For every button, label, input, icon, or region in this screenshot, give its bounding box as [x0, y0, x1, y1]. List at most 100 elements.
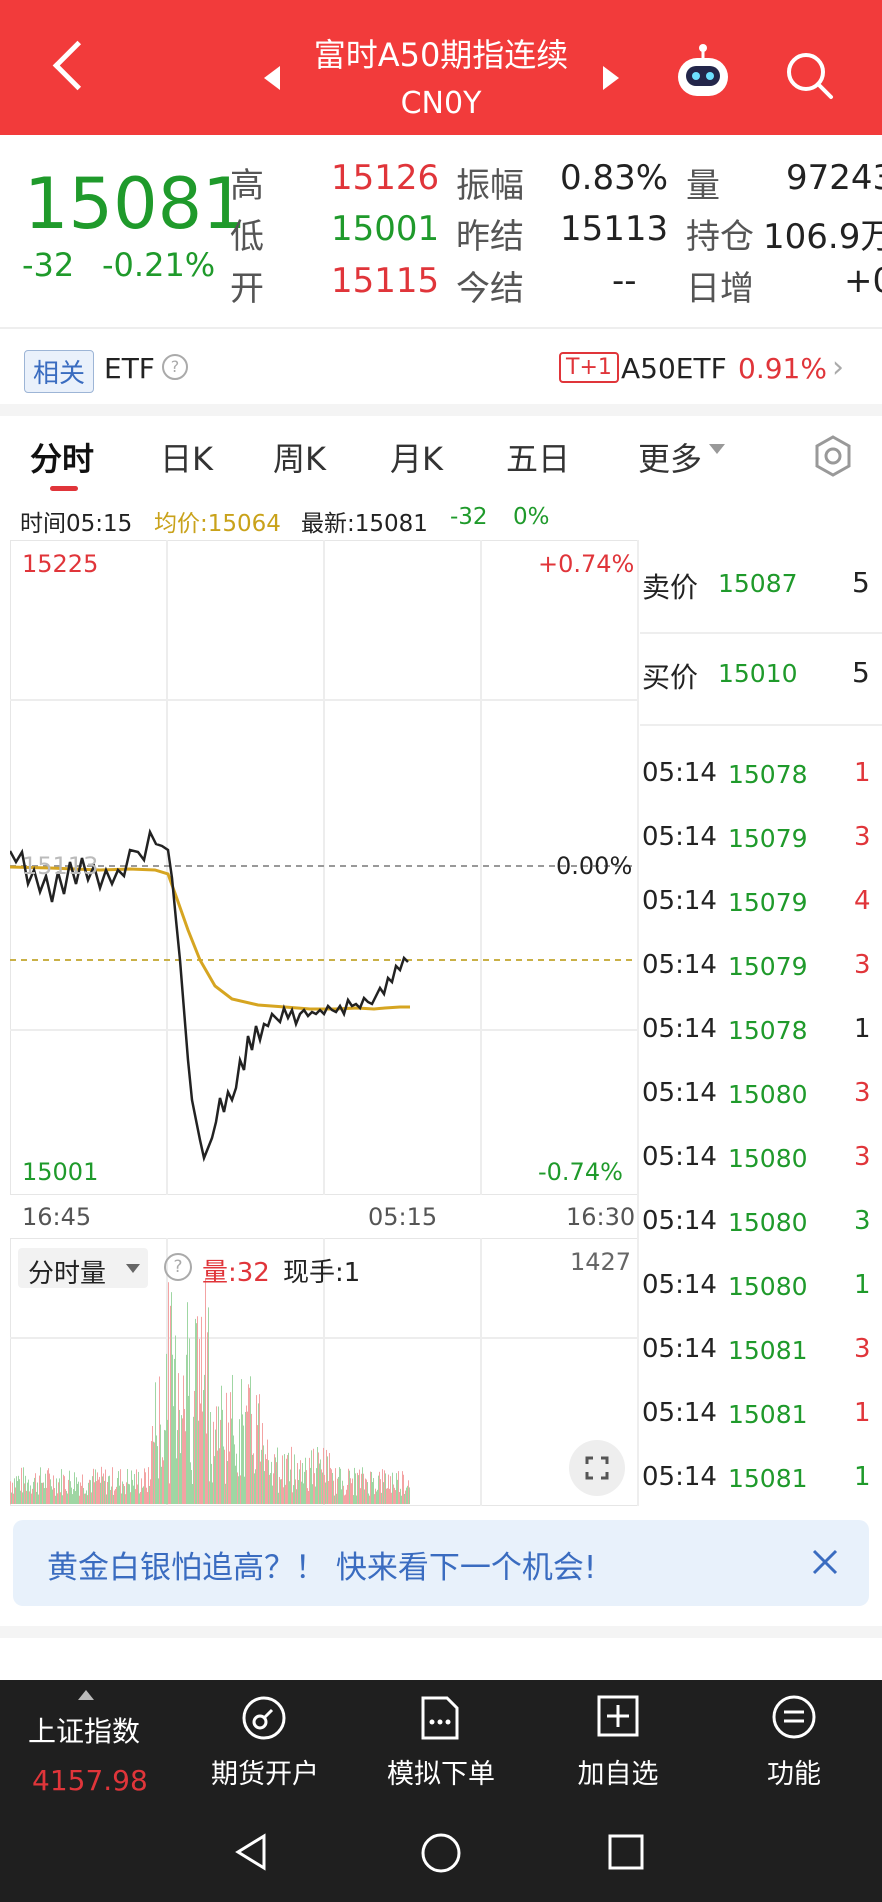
volume-bar: [181, 1415, 182, 1504]
volume-bar: [173, 1406, 174, 1504]
robot-assistant-icon[interactable]: [672, 44, 734, 104]
tab-monthly-k[interactable]: 月K: [390, 434, 443, 480]
intraday-price-chart[interactable]: [10, 540, 638, 1195]
tab-daily-k[interactable]: 日K: [160, 434, 213, 480]
volume-bar: [375, 1488, 376, 1504]
volume-bar: [168, 1282, 169, 1504]
open-interest-value: 106.9万: [763, 217, 882, 257]
index-ticker[interactable]: 上证指数 4157.98: [0, 1680, 165, 1810]
volume-bar: [203, 1390, 204, 1504]
trade-price: 15080: [728, 1144, 808, 1173]
volume-bar: [61, 1469, 62, 1504]
volume-bar: [209, 1481, 210, 1504]
volume-bar: [31, 1493, 32, 1504]
trade-time: 05:14: [642, 886, 717, 916]
simulated-order-button[interactable]: 模拟下单: [371, 1690, 511, 1810]
ask-divider: [640, 632, 882, 634]
help-icon[interactable]: ?: [162, 354, 188, 380]
volume-bar: [55, 1495, 56, 1504]
volume-bar: [399, 1491, 400, 1504]
contract-title: 富时A50期指连续: [313, 36, 569, 74]
volume-bar: [247, 1411, 248, 1504]
volume-bar: [193, 1416, 194, 1504]
functions-button[interactable]: 功能: [724, 1690, 864, 1810]
volume-bar: [172, 1354, 173, 1504]
volume-bar: [71, 1487, 72, 1504]
volume-bar: [154, 1442, 155, 1504]
volume-bar: [219, 1448, 220, 1504]
next-contract-icon[interactable]: [603, 66, 619, 90]
add-watchlist-button[interactable]: 加自选: [548, 1690, 688, 1810]
close-icon[interactable]: [809, 1546, 841, 1578]
volume-bar: [249, 1387, 250, 1504]
nav-recent-apps-icon[interactable]: [604, 1830, 648, 1874]
trade-price: 15078: [728, 1016, 808, 1045]
volume-indicator-selector[interactable]: 分时量: [18, 1248, 148, 1289]
help-icon[interactable]: ?: [164, 1253, 192, 1281]
nav-home-icon[interactable]: [418, 1830, 464, 1876]
futures-account-button[interactable]: 期货开户: [195, 1690, 335, 1810]
volume-bar: [344, 1495, 345, 1504]
volume-bar: [42, 1482, 43, 1504]
tab-more[interactable]: 更多: [638, 434, 702, 480]
volume-bar: [405, 1490, 406, 1504]
menu-icon: [772, 1695, 816, 1739]
expand-up-icon: [78, 1690, 94, 1700]
volume-bar: [400, 1488, 401, 1504]
volume-bar: [32, 1488, 33, 1504]
volume-bar: [34, 1477, 35, 1504]
volume-bar: [89, 1479, 90, 1504]
volume-bar: [157, 1446, 158, 1504]
volume-bar: [220, 1419, 221, 1504]
prev-settle-label: 昨结: [456, 217, 524, 257]
volume-bar: [254, 1473, 255, 1504]
volume-bar: [274, 1454, 275, 1504]
tab-intraday[interactable]: 分时: [30, 434, 94, 480]
volume-bar: [198, 1420, 199, 1504]
volume-bar: [386, 1488, 387, 1504]
trade-row: 05:14 15080 3: [640, 1076, 882, 1116]
tab-five-day[interactable]: 五日: [506, 434, 570, 480]
volume-bar: [183, 1375, 184, 1504]
volume-bar: [282, 1455, 283, 1504]
nav-back-icon[interactable]: [230, 1830, 274, 1874]
trade-time: 05:14: [642, 1270, 717, 1300]
volume-bar: [174, 1358, 175, 1504]
volume-bar: [15, 1487, 16, 1504]
y-axis-top-pct: +0.74%: [538, 550, 635, 578]
volume-bar: [46, 1487, 47, 1504]
trade-volume: 1: [854, 1270, 871, 1300]
related-etf-row[interactable]: 相关 ETF ? T+1 A50ETF 0.91% ›: [0, 340, 882, 398]
trade-time: 05:14: [642, 822, 717, 852]
volume-bar: [64, 1476, 65, 1504]
volume-bar: [141, 1478, 142, 1504]
tab-weekly-k[interactable]: 周K: [273, 434, 326, 480]
info-latest-price: 最新:15081: [301, 511, 428, 537]
volume-bar: [158, 1478, 159, 1504]
volume-bar: [402, 1471, 403, 1504]
volume-bar: [39, 1475, 40, 1504]
t1-badge: T+1: [559, 352, 619, 383]
amplitude-value: 0.83%: [560, 158, 669, 198]
volume-bar: [225, 1483, 226, 1504]
volume-bar: [211, 1463, 212, 1504]
trade-row: 05:14 15079 3: [640, 820, 882, 860]
bid-divider: [640, 724, 882, 726]
promo-banner[interactable]: 黄金白银怕追高？！ 快来看下一个机会!: [13, 1520, 869, 1606]
settings-icon[interactable]: [811, 434, 855, 478]
search-icon[interactable]: [784, 50, 836, 102]
volume-bar: [394, 1487, 395, 1504]
volume-bar: [346, 1489, 347, 1504]
divider: [0, 327, 882, 329]
volume-bar: [100, 1482, 101, 1504]
volume-bar: [33, 1481, 34, 1504]
volume-bar: [342, 1480, 343, 1504]
volume-bar: [341, 1489, 342, 1504]
volume-bar: [316, 1468, 317, 1504]
volume-bar: [340, 1468, 341, 1504]
trade-price: 15079: [728, 952, 808, 981]
volume-bar: [328, 1481, 329, 1504]
volume-bar: [288, 1452, 289, 1504]
volume-bar: [199, 1338, 200, 1504]
fullscreen-button[interactable]: [569, 1440, 625, 1496]
